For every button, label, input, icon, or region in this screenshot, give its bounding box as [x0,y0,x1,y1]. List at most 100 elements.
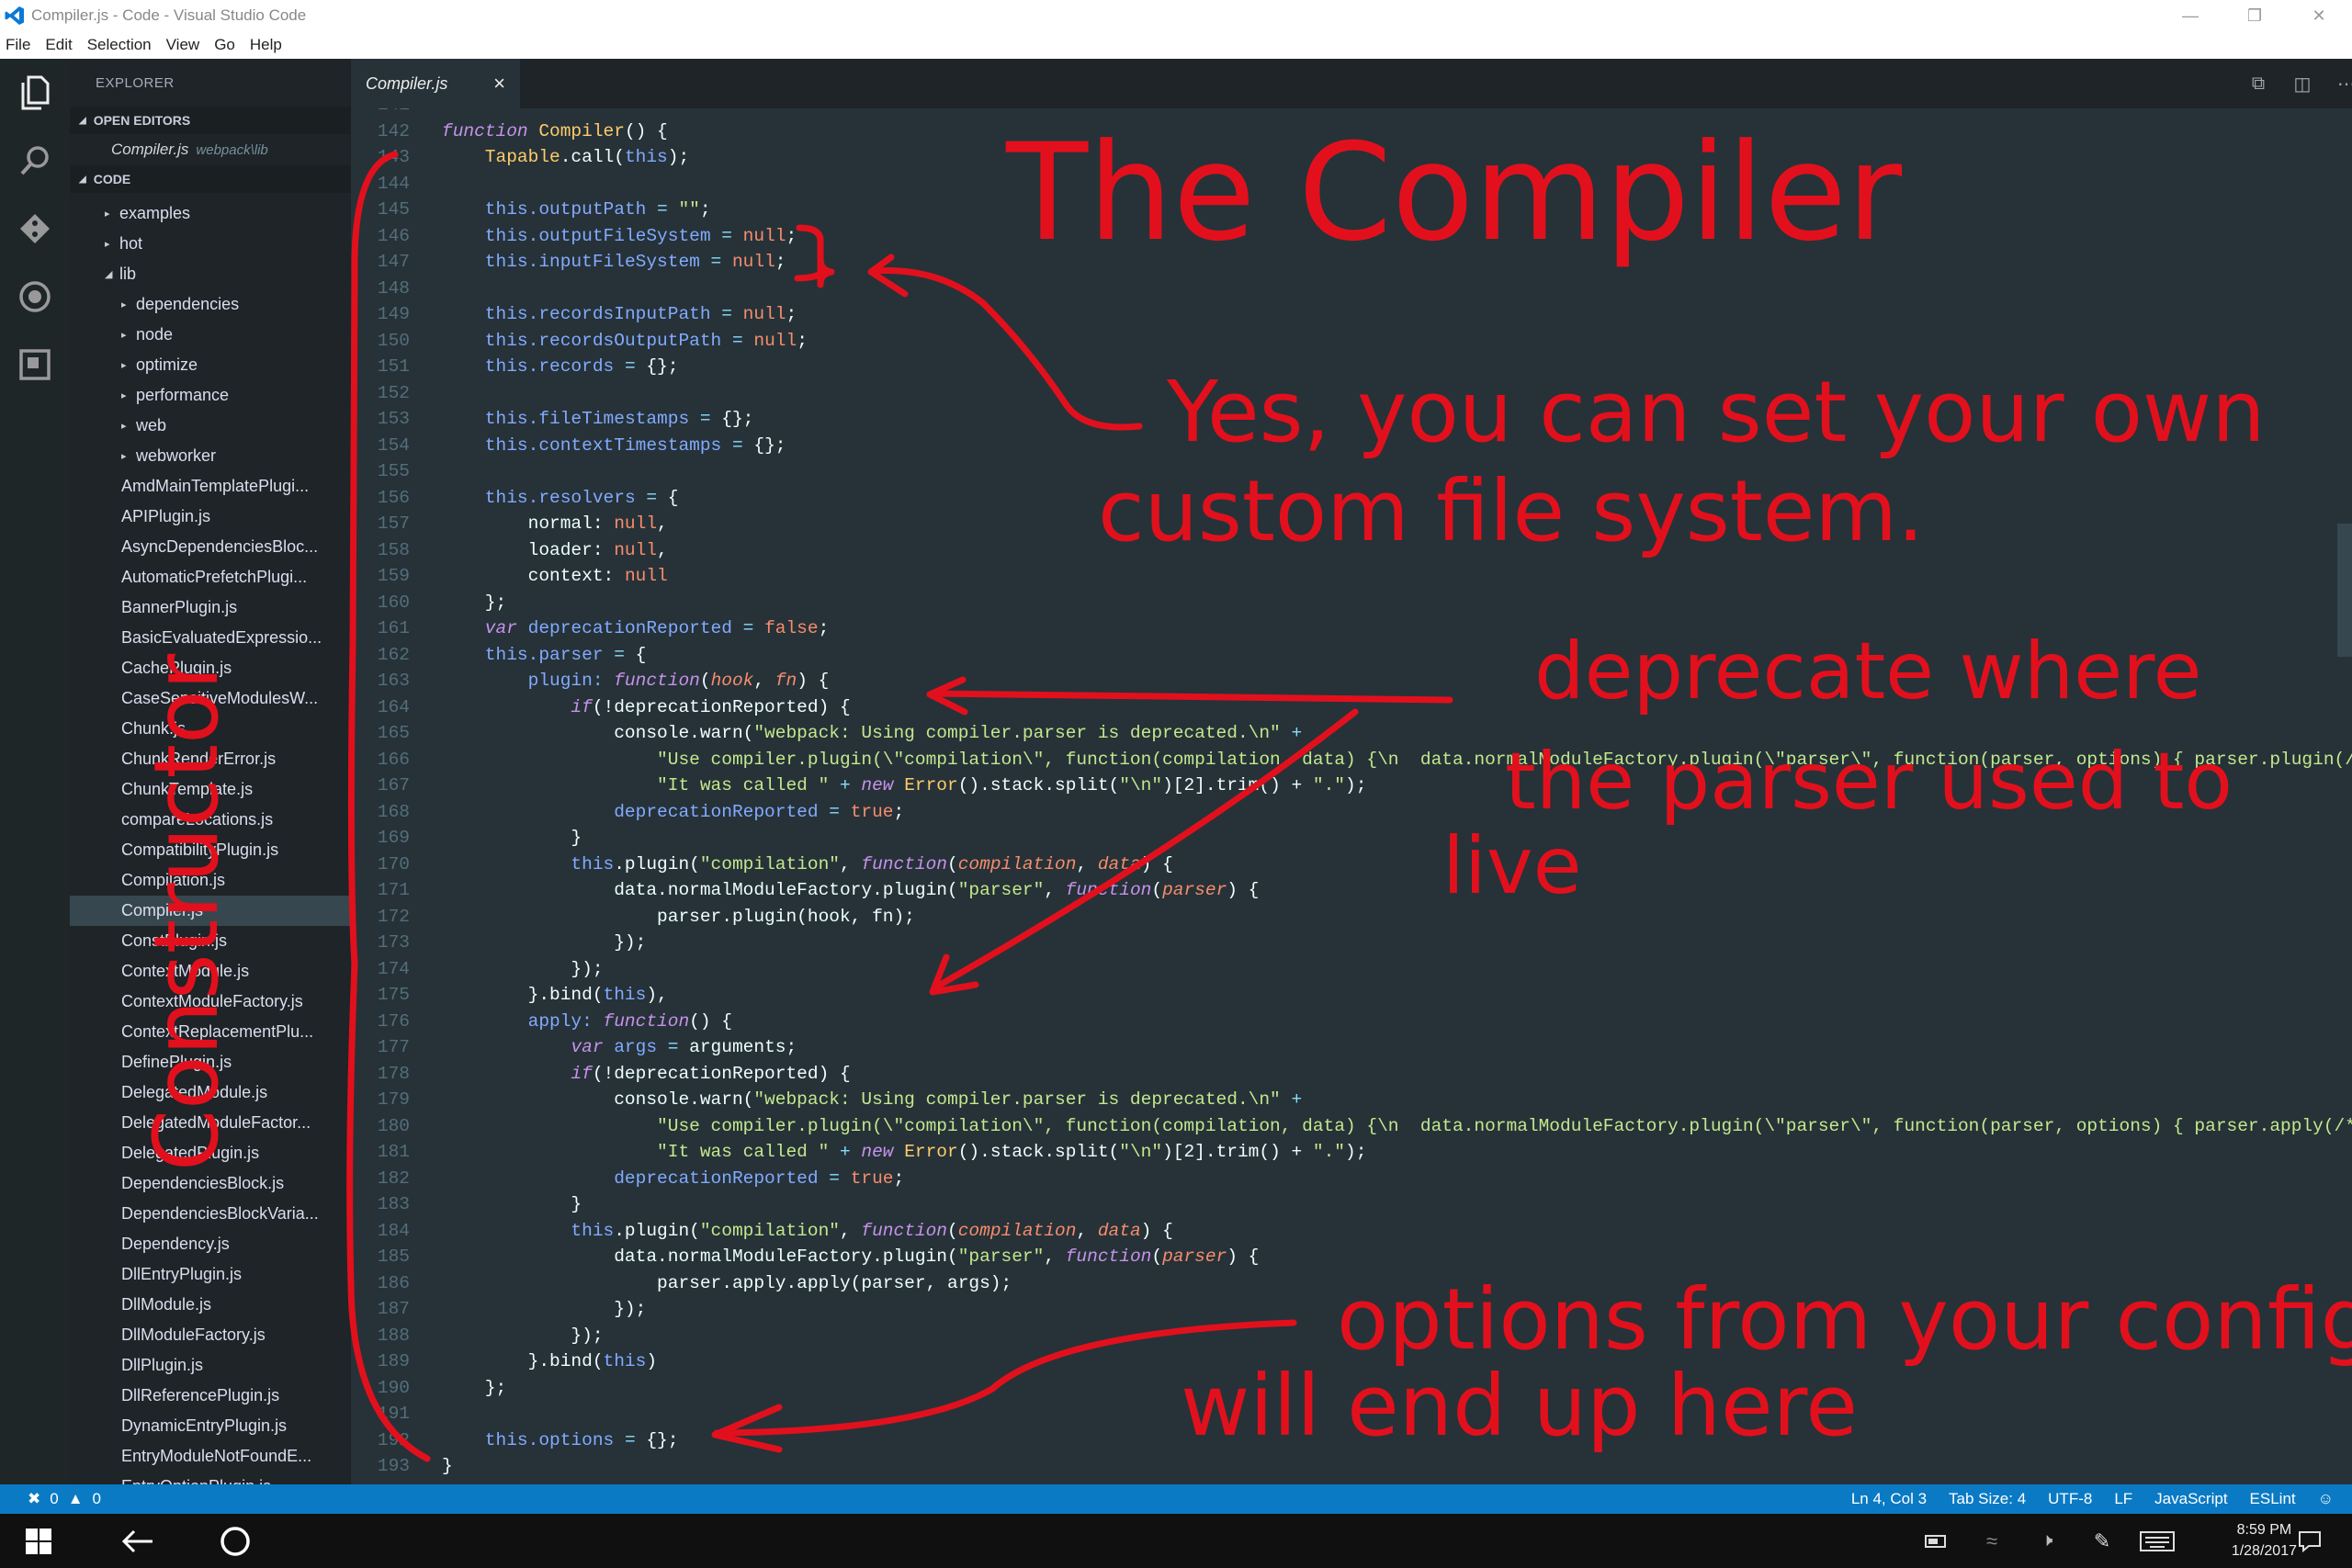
file-item[interactable]: CachePlugin.js [70,653,351,683]
open-editor-item[interactable]: Compiler.js webpack\lib [70,134,351,165]
file-item[interactable]: Dependency.js [70,1229,351,1259]
file-item[interactable]: ContextReplacementPlu... [70,1017,351,1047]
feedback-smiley-icon[interactable]: ☺ [2318,1490,2334,1508]
folder-item[interactable]: ▸ node [70,320,351,350]
code-line: 148 [351,276,442,302]
code-token: } [442,1456,453,1477]
file-item[interactable]: DelegatedModule.js [70,1077,351,1108]
code-editor[interactable]: 141142function Compiler() {143 Tapable.c… [351,108,2352,1484]
file-item[interactable]: Compilation.js [70,865,351,896]
code-token: this [624,147,668,168]
file-item[interactable]: EntryOptionPlugin.js [70,1472,351,1484]
file-item[interactable]: DefinePlugin.js [70,1047,351,1077]
line-ending[interactable]: LF [2114,1490,2132,1508]
close-tab-icon[interactable]: × [493,72,505,96]
back-button[interactable] [103,1514,173,1568]
battery-icon[interactable] [1918,1514,1955,1568]
folder-item[interactable]: ▸ dependencies [70,289,351,320]
code-token: + [829,775,862,796]
code-line: 173 }); [351,930,646,956]
close-window-button[interactable]: ✕ [2291,0,2346,31]
file-item[interactable]: Chunk.js [70,714,351,744]
code-token: arguments; [689,1037,797,1058]
menu-file[interactable]: File [6,36,30,54]
file-item[interactable]: DllReferencePlugin.js [70,1381,351,1411]
menu-help[interactable]: Help [250,36,282,54]
file-item[interactable]: EntryModuleNotFoundE... [70,1441,351,1472]
file-item[interactable]: ContextModule.js [70,956,351,987]
vertical-scrollbar[interactable] [2337,524,2352,657]
tab-compiler-js[interactable]: Compiler.js × [351,59,520,108]
code-token: .recordsInputPath [527,304,711,325]
wifi-icon[interactable]: ≈ [1973,1514,2010,1568]
open-editors-header[interactable]: ◢ OPEN EDITORS [70,107,351,134]
volume-icon[interactable]: 🕨 [2029,1514,2065,1568]
action-center-icon[interactable] [2290,1514,2330,1568]
file-item[interactable]: ConstPlugin.js [70,926,351,956]
file-item[interactable]: BannerPlugin.js [70,592,351,623]
folder-item[interactable]: ▸ webworker [70,441,351,471]
code-token: apply: [442,1010,604,1032]
file-item[interactable]: ChunkRenderError.js [70,744,351,774]
open-changes-icon[interactable]: ⧉ [2238,59,2278,108]
cortana-button[interactable] [200,1514,270,1568]
folder-item[interactable]: ▸ web [70,411,351,441]
search-button[interactable] [0,127,70,195]
code-folder-header[interactable]: ◢ CODE [70,165,351,193]
menu-edit[interactable]: Edit [45,36,72,54]
code-token: , [1076,1220,1098,1241]
file-item[interactable]: DependenciesBlock.js [70,1168,351,1199]
file-item[interactable]: APIPlugin.js [70,502,351,532]
file-item[interactable]: DllModule.js [70,1290,351,1320]
pen-ink-icon[interactable]: ✎ [2084,1514,2120,1568]
minimize-button[interactable]: — [2163,0,2218,31]
folder-item[interactable]: ▸ hot [70,229,351,259]
file-item[interactable]: CaseSensitiveModulesW... [70,683,351,714]
code-text: this.fileTimestamps = {}; [442,409,754,429]
file-item[interactable]: CompatibilityPlugin.js [70,835,351,865]
code-token: new [861,1142,894,1163]
language-mode[interactable]: JavaScript [2154,1490,2227,1508]
eslint-status[interactable]: ESLint [2250,1490,2296,1508]
tab-size[interactable]: Tab Size: 4 [1949,1490,2026,1508]
start-button[interactable] [0,1514,77,1568]
file-item[interactable]: ChunkTemplate.js [70,774,351,805]
file-item[interactable]: DllEntryPlugin.js [70,1259,351,1290]
touch-keyboard-icon[interactable] [2137,1514,2177,1568]
file-item[interactable]: ContextModuleFactory.js [70,987,351,1017]
file-item[interactable]: DynamicEntryPlugin.js [70,1411,351,1441]
split-editor-icon[interactable]: ◫ [2282,59,2323,108]
maximize-button[interactable]: ❐ [2227,0,2282,31]
file-item[interactable]: BasicEvaluatedExpressio... [70,623,351,653]
menu-selection[interactable]: Selection [87,36,152,54]
file-item[interactable]: DelegatedPlugin.js [70,1138,351,1168]
code-line: 144 [351,171,442,197]
menu-view[interactable]: View [166,36,200,54]
folder-item[interactable]: ▸ optimize [70,350,351,380]
file-item[interactable]: AsyncDependenciesBloc... [70,532,351,562]
extensions-button[interactable] [0,331,70,399]
file-item[interactable]: AutomaticPrefetchPlugi... [70,562,351,592]
more-actions-icon[interactable]: ⋯ [2326,59,2352,108]
file-item[interactable]: DelegatedModuleFactor... [70,1108,351,1138]
file-item[interactable]: DependenciesBlockVaria... [70,1199,351,1229]
folder-item[interactable]: ▸ performance [70,380,351,411]
git-button[interactable] [0,195,70,263]
file-item[interactable]: DllModuleFactory.js [70,1320,351,1350]
file-item[interactable]: compareLocations.js [70,805,351,835]
folder-item[interactable]: ◢ lib [70,259,351,289]
menu-go[interactable]: Go [214,36,235,54]
folder-item[interactable]: ▸ examples [70,198,351,229]
file-item[interactable]: Compiler.js [70,896,351,926]
file-item[interactable]: AmdMainTemplatePlugi... [70,471,351,502]
code-line: 147 this.inputFileSystem = null; [351,249,786,276]
explorer-button[interactable] [0,59,70,127]
code-line: 193} [351,1453,453,1480]
encoding[interactable]: UTF-8 [2048,1490,2092,1508]
clock[interactable]: 8:59 PM 1/28/2017 [2232,1519,2297,1562]
cursor-position[interactable]: Ln 4, Col 3 [1851,1490,1927,1508]
error-count[interactable]: 0 [50,1490,58,1508]
file-item[interactable]: DllPlugin.js [70,1350,351,1381]
warning-count[interactable]: 0 [93,1490,101,1508]
debug-button[interactable] [0,263,70,331]
